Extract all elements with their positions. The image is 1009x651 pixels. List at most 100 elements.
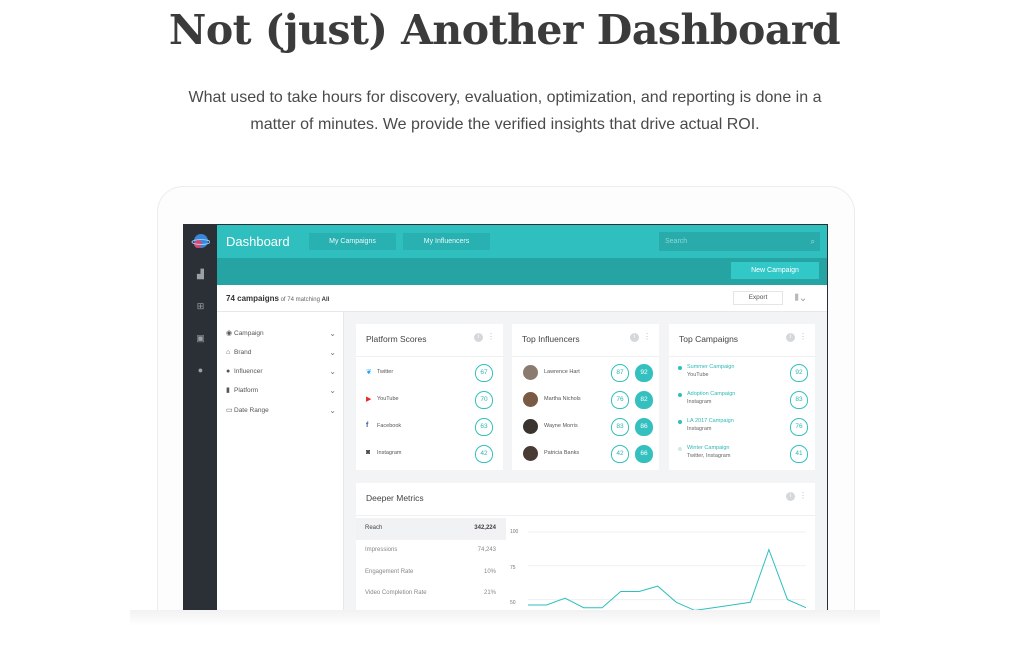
left-rail: ▟ ⊞ ▣ ● (184, 225, 217, 613)
columns-icon[interactable]: ⫼ ⌄ (795, 293, 805, 303)
campaign-info: Summer Campaign YouTube (687, 363, 734, 379)
influencer-name: Wayne Morris (544, 423, 578, 429)
hero-subtitle-line-2: matter of minutes. We provide the verifi… (250, 116, 760, 133)
campaign-count-bold: 74 campaigns (226, 294, 279, 303)
info-icon[interactable]: ● (195, 365, 206, 376)
metric-value: 342,224 (474, 525, 496, 531)
card-title: Platform Scores (366, 334, 427, 344)
more-icon[interactable]: ⋮ (799, 491, 807, 500)
platform-name: Twitter (377, 369, 394, 375)
phone-icon: ▮ (226, 387, 230, 394)
list-item: f Facebook 63 (356, 414, 503, 441)
campaign-name[interactable]: LA 2017 Campaign (687, 418, 734, 424)
avatar (523, 446, 538, 461)
campaign-count-all[interactable]: All (322, 297, 330, 303)
campaign-info: LA 2017 Campaign Instagram (687, 417, 734, 433)
chevron-down-icon: ⌄ (329, 367, 336, 376)
card-title: Top Campaigns (679, 334, 739, 344)
platform-name: YouTube (377, 396, 399, 402)
metric-row-engagement-rate[interactable]: Engagement Rate 10% (356, 562, 506, 584)
more-icon[interactable]: ⋮ (799, 332, 807, 341)
top-bar: Dashboard My Campaigns My Influencers Se… (217, 225, 827, 258)
card-header: Top Influencers i ⋮ (512, 324, 659, 357)
filter-label: Platform (234, 387, 259, 394)
info-icon[interactable]: i (630, 333, 639, 342)
metric-value: 10% (483, 569, 496, 575)
score-badge-filled: 66 (635, 445, 653, 463)
export-button[interactable]: Export (733, 291, 783, 305)
list-item[interactable]: Patricia Banks 42 66 (512, 441, 659, 468)
list-item[interactable]: Summer Campaign YouTube 92 (669, 360, 815, 387)
filter-label: Brand (234, 349, 252, 356)
calendar-icon: ▭ (226, 407, 233, 414)
card-header: Top Campaigns i ⋮ (669, 324, 815, 357)
card-title: Deeper Metrics (366, 493, 424, 503)
filter-label: Date Range (234, 407, 269, 414)
list-item: ◙ Instagram 42 (356, 441, 503, 468)
status-dot-icon (678, 420, 682, 424)
score-badge: 70 (475, 391, 493, 409)
sitemap-icon[interactable]: ⊞ (195, 301, 206, 312)
campaign-name[interactable]: Winter Campaign (687, 445, 730, 451)
score-badge: 42 (475, 445, 493, 463)
filter-date-range[interactable]: ▭Date Range ⌄ (226, 405, 336, 417)
info-icon[interactable]: i (786, 492, 795, 501)
tab-my-influencers[interactable]: My Influencers (403, 233, 490, 250)
youtube-icon: ▶ (366, 396, 372, 403)
info-icon[interactable]: i (474, 333, 483, 342)
more-icon[interactable]: ⋮ (643, 332, 651, 341)
card-header: Deeper Metrics i ⋮ (356, 483, 815, 516)
home-icon: ⌂ (226, 349, 231, 356)
search-placeholder: Search (665, 238, 688, 245)
metric-label: Reach (365, 525, 383, 531)
metric-row-impressions[interactable]: Impressions 74,243 (356, 540, 506, 562)
campaign-platforms: Twitter, Instagram (687, 453, 731, 459)
series-line-0 (528, 548, 807, 611)
filter-influencer[interactable]: ● Influencer ⌄ (226, 366, 336, 378)
dashboard-screenshot: ▟ ⊞ ▣ ● Dashboard My Campaigns My Influe… (183, 224, 828, 613)
score-badge: 83 (611, 418, 629, 436)
new-campaign-button[interactable]: New Campaign (731, 262, 819, 279)
filter-platform[interactable]: ▮ Platform ⌄ (226, 385, 336, 397)
campaign-count-rest: of 74 matching (278, 297, 322, 303)
info-icon[interactable]: i (786, 333, 795, 342)
tab-my-campaigns[interactable]: My Campaigns (309, 233, 396, 250)
list-item[interactable]: Winter Campaign Twitter, Instagram 41 (669, 441, 815, 468)
list-item[interactable]: LA 2017 Campaign Instagram 76 (669, 414, 815, 441)
score-badge-filled: 92 (635, 364, 653, 382)
filter-brand[interactable]: ⌂ Brand ⌄ (226, 347, 336, 359)
avatar (523, 365, 538, 380)
app-logo-icon (191, 234, 210, 248)
list-item[interactable]: Adoption Campaign Instagram 83 (669, 387, 815, 414)
top-influencers-card: Top Influencers i ⋮ Lawrence Hart 87 92 … (512, 324, 659, 470)
metric-row-reach[interactable]: Reach 342,224 (356, 518, 506, 540)
signal-icon[interactable]: ▟ (195, 269, 206, 280)
hero-subtitle-line-1: What used to take hours for discovery, e… (188, 89, 822, 106)
list-item[interactable]: Wayne Morris 83 86 (512, 414, 659, 441)
search-input[interactable]: Search ⌕ (659, 232, 820, 251)
list-item: ❦ Twitter 67 (356, 360, 503, 387)
facebook-icon: f (366, 422, 369, 429)
instagram-icon: ◙ (366, 449, 371, 456)
score-badge-filled: 82 (635, 391, 653, 409)
campaign-name[interactable]: Summer Campaign (687, 364, 734, 370)
more-icon[interactable]: ⋮ (487, 332, 495, 341)
score-badge: 42 (611, 445, 629, 463)
campaign-count-row: 74 campaigns of 74 matching All Export ⫼… (217, 285, 827, 312)
twitter-icon: ❦ (366, 369, 372, 376)
hero-title: Not (just) Another Dashboard (168, 6, 841, 54)
list-item[interactable]: Martha Nichols 76 82 (512, 387, 659, 414)
campaign-name[interactable]: Adoption Campaign (687, 391, 735, 397)
search-icon: ⌕ (810, 237, 815, 246)
inbox-icon[interactable]: ▣ (195, 333, 206, 344)
chart-plot-area (528, 531, 807, 611)
filter-campaign[interactable]: ◉ Campaign ⌄ (226, 328, 336, 340)
hero-subtitle: What used to take hours for discovery, e… (170, 84, 840, 138)
metric-value: 21% (483, 590, 496, 596)
avatar (523, 392, 538, 407)
list-item[interactable]: Lawrence Hart 87 92 (512, 360, 659, 387)
score-badge: 76 (790, 418, 808, 436)
metric-label: Video Completion Rate (365, 590, 427, 596)
metric-row-video-completion-rate[interactable]: Video Completion Rate 21% (356, 583, 506, 605)
campaign-platforms: YouTube (687, 372, 709, 378)
